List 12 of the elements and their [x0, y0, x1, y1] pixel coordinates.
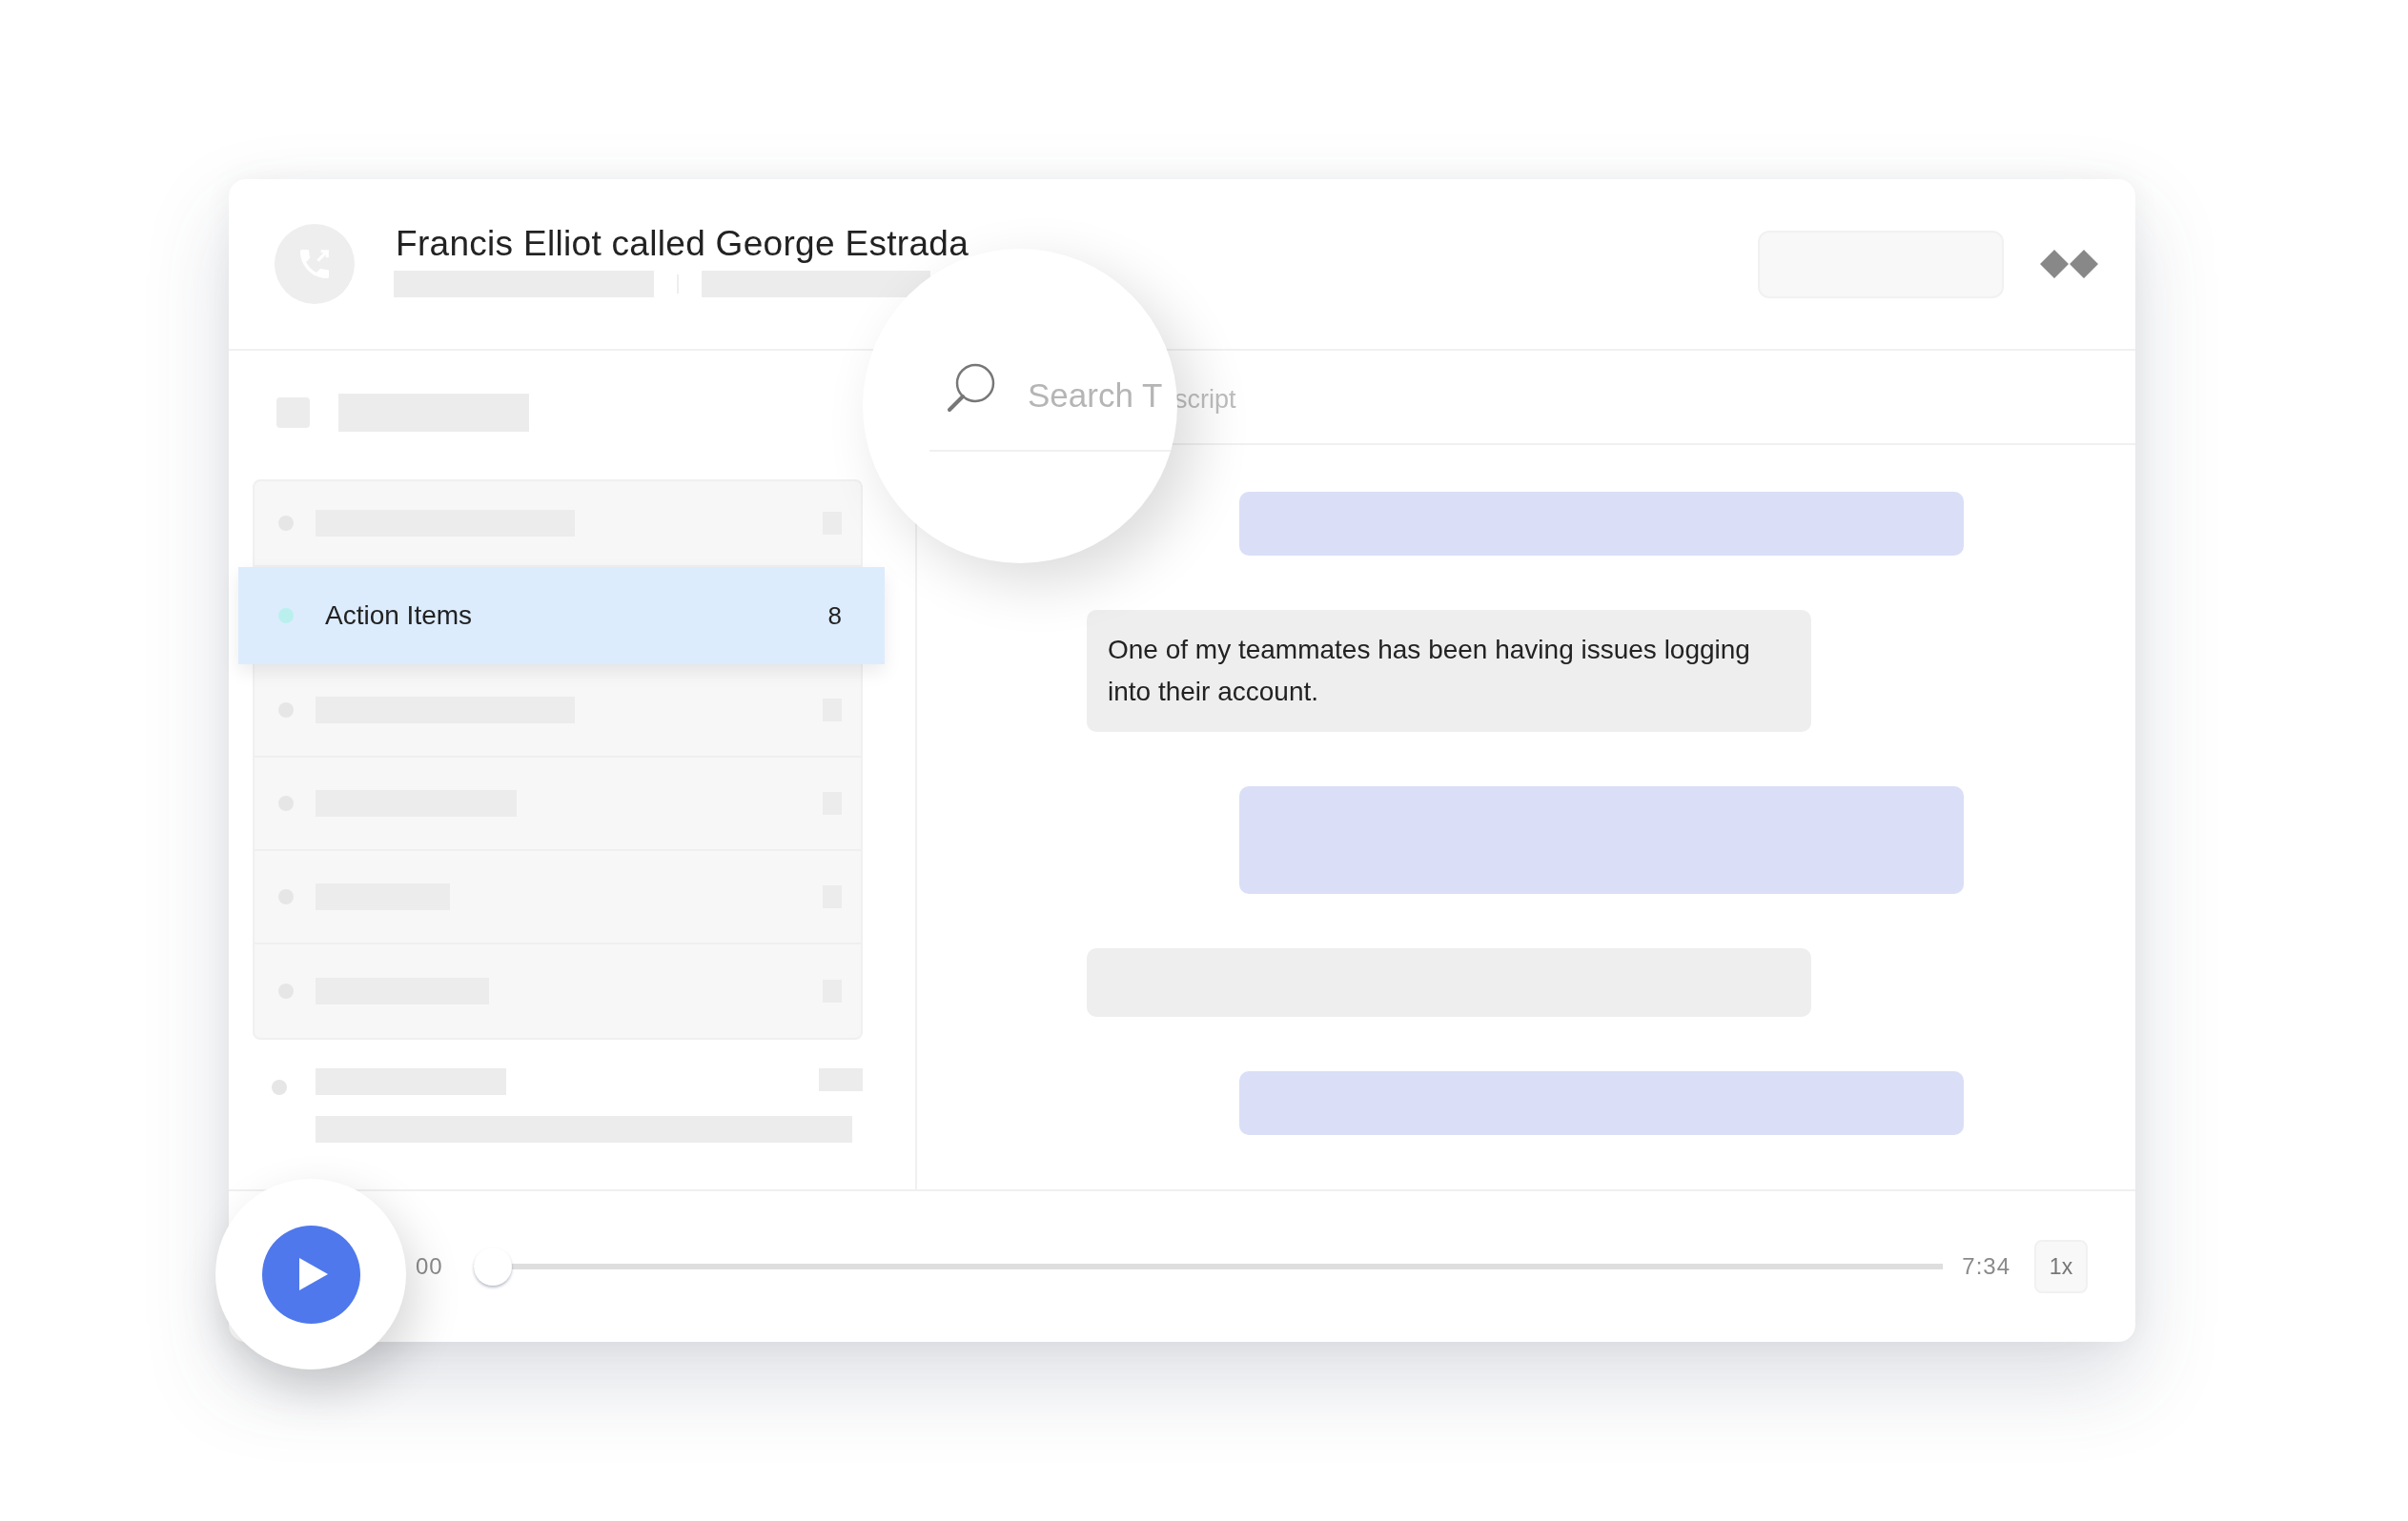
- duration-time: 7:34: [1962, 1252, 2010, 1281]
- status-dot: [272, 1080, 287, 1095]
- sidebar-item[interactable]: Action Items 8: [238, 567, 885, 664]
- speed-button[interactable]: 1x: [2034, 1240, 2088, 1293]
- elapsed-time: 00: [416, 1252, 443, 1281]
- customer-message: One of my teammates has been having issues logging into their account.: [1087, 610, 1811, 732]
- call-title: Francis Elliot called George Estrada: [396, 225, 969, 261]
- search-icon: [947, 363, 996, 413]
- search-text: Search T: [1028, 375, 1163, 416]
- play-icon: [297, 1257, 330, 1291]
- progress-thumb[interactable]: [473, 1247, 512, 1286]
- diamonds-icon[interactable]: [2040, 249, 2099, 279]
